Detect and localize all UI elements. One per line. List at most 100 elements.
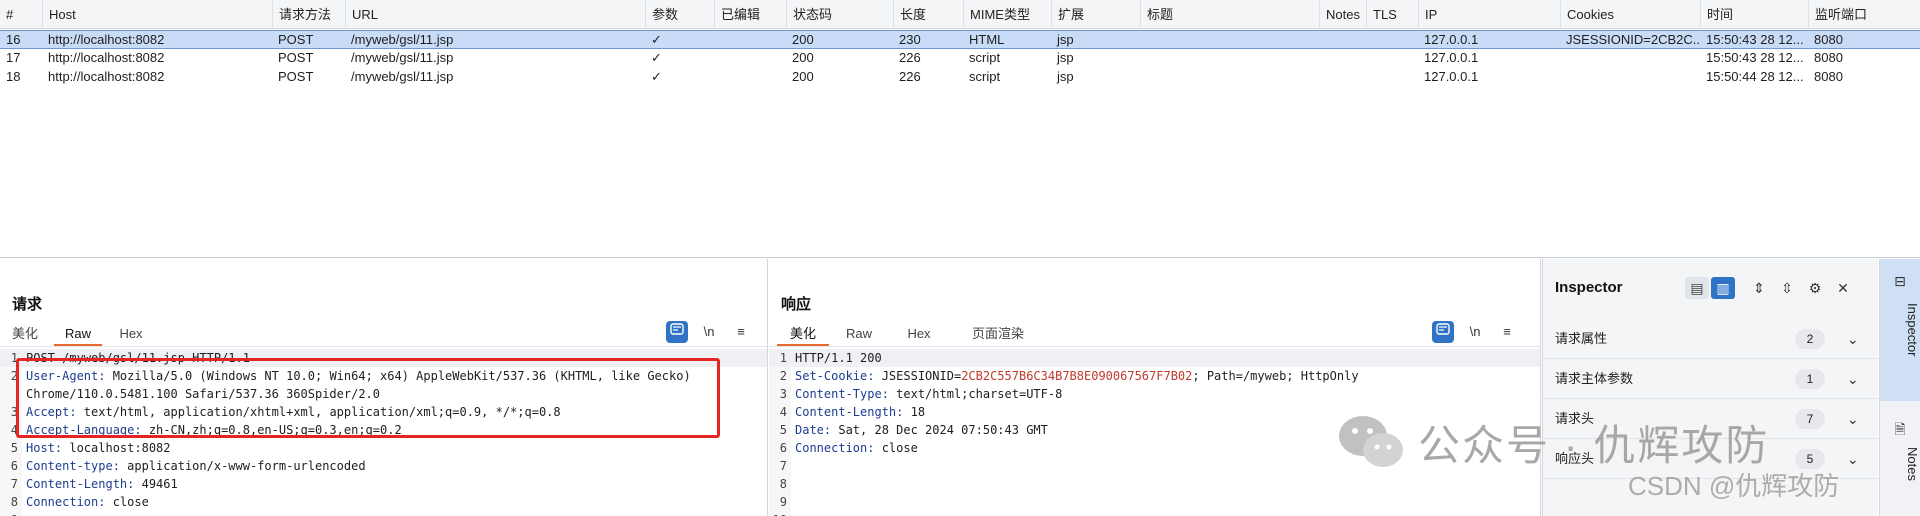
chevron-down-icon[interactable]: ⌄ — [1847, 319, 1859, 359]
response-tab-raw[interactable]: Raw — [839, 322, 879, 346]
table-row[interactable]: 17 http://localhost:8082 POST/myweb/gsl/11… — [0, 49, 1920, 68]
column-header[interactable]: 已编辑 — [714, 0, 786, 29]
list-view-icon[interactable]: ▤ — [1685, 277, 1709, 299]
response-tab-pretty[interactable]: 美化 — [777, 322, 829, 346]
cell-ip: 127.0.0.1 — [1424, 32, 1479, 47]
code-line: 2 Set-Cookie: JSESSIONID=2CB2C557B6C34B7B… — [769, 367, 1540, 385]
table-header: # Host 请求方法 URL 参数 已编辑 状态码 长度 MIME类型 扩展 标题 Notes TLS… — [0, 0, 1920, 29]
highlight-annotation-box — [16, 358, 720, 438]
chevron-down-icon[interactable]: ⌄ — [1847, 359, 1859, 399]
menu-icon[interactable]: ≡ — [1496, 321, 1518, 343]
cell-edited — [714, 49, 786, 67]
header-value: text/html;charset=UTF-8 — [888, 387, 1063, 401]
line-text: HTTP/1.1 200 — [795, 349, 1536, 367]
cell-method: POST — [278, 32, 314, 47]
inspector-section-label: 请求主体参数 — [1555, 371, 1634, 386]
cell-ext: jsp — [1057, 69, 1074, 84]
column-header[interactable]: TLS — [1366, 0, 1418, 29]
column-header[interactable]: 监听端口 — [1808, 0, 1920, 29]
header-name: Content-Length: — [795, 405, 904, 419]
cell-host: http://localhost:8082 — [48, 69, 165, 84]
cell-length: 226 — [899, 69, 921, 84]
cell-params: ✓ — [651, 69, 662, 84]
cell-ext: jsp — [1057, 50, 1074, 65]
code-line: 9 — [0, 511, 767, 516]
cell-port: 8080 — [1814, 50, 1843, 65]
cell-params: ✓ — [651, 32, 662, 47]
wrap-icon[interactable] — [666, 321, 688, 343]
wrap-icon[interactable] — [1432, 321, 1454, 343]
column-header[interactable]: Host — [42, 0, 272, 29]
table-row[interactable]: 18 http://localhost:8082 POST/myweb/gsl/11… — [0, 68, 1920, 87]
menu-icon[interactable]: ≡ — [730, 321, 752, 343]
newline-toggle-button[interactable]: \n — [1464, 321, 1486, 343]
collapse-all-icon[interactable]: ⇳ — [1775, 277, 1799, 299]
close-icon[interactable]: ✕ — [1831, 277, 1855, 299]
inspector-section[interactable]: 请求属性 2 ⌄ — [1543, 319, 1879, 359]
cell-ip: 127.0.0.1 — [1424, 69, 1479, 84]
cell-title — [1140, 49, 1319, 67]
line-number: 4 — [779, 405, 787, 419]
cell-time: 15:50:43 28 12... — [1706, 50, 1804, 65]
chevron-down-icon[interactable]: ⌄ — [1847, 439, 1859, 479]
column-header[interactable]: IP — [1418, 0, 1560, 29]
column-header[interactable]: 参数 — [645, 0, 714, 29]
inspector-section-label: 请求属性 — [1555, 331, 1608, 346]
column-header[interactable]: 状态码 — [786, 0, 893, 29]
line-number: 1 — [779, 351, 787, 365]
request-tab-hex[interactable]: Hex — [112, 322, 150, 346]
cell-url: /myweb/gsl/11.jsp — [351, 32, 454, 47]
table-row[interactable]: 16 http://localhost:8082 POST/myweb/gsl/11… — [0, 30, 1920, 49]
column-header[interactable]: Cookies — [1560, 0, 1700, 29]
column-header[interactable]: 时间 — [1700, 0, 1808, 29]
cell-time: 15:50:44 28 12... — [1706, 69, 1804, 84]
response-tab-hex[interactable]: Hex — [899, 322, 939, 346]
cell-notes — [1319, 49, 1366, 67]
inspector-section-count: 7 — [1795, 409, 1825, 429]
response-tab-render[interactable]: 页面渲染 — [963, 322, 1033, 346]
newline-toggle-button[interactable]: \n — [698, 321, 720, 343]
code-line: 8 Connection: close — [0, 493, 767, 511]
split-view-icon[interactable]: ▥ — [1711, 277, 1735, 299]
notes-icon: 🗎 — [1894, 421, 1906, 437]
column-header[interactable]: 扩展 — [1051, 0, 1140, 29]
request-tab-divider — [0, 346, 767, 347]
header-name: Set-Cookie: — [795, 369, 875, 383]
inspector-title: Inspector — [1555, 279, 1623, 296]
request-tab-pretty[interactable]: 美化 — [8, 322, 42, 346]
wechat-logo-watermark — [1339, 416, 1403, 467]
column-header[interactable]: # — [0, 0, 42, 29]
gear-icon[interactable]: ⚙ — [1803, 277, 1827, 299]
inspector-section[interactable]: 请求主体参数 1 ⌄ — [1543, 359, 1879, 399]
cookie-attributes: ; Path=/myweb; HttpOnly — [1192, 369, 1359, 383]
column-header[interactable]: 请求方法 — [272, 0, 345, 29]
cell-tls — [1366, 49, 1418, 67]
cell-ext: jsp — [1057, 32, 1074, 47]
column-header[interactable]: 长度 — [893, 0, 963, 29]
rail-tab-inspector[interactable]: ⊟ Inspector — [1880, 259, 1920, 401]
cell-time: 15:50:43 28 12... — [1706, 32, 1804, 47]
column-header[interactable]: 标题 — [1140, 0, 1319, 29]
cookie-value: 2CB2C557B6C34B7B8E090067567F7B02 — [961, 369, 1193, 383]
expand-all-icon[interactable]: ⇕ — [1747, 277, 1771, 299]
chevron-down-icon[interactable]: ⌄ — [1847, 399, 1859, 439]
cell-cookies — [1560, 68, 1700, 86]
cell-edited — [714, 68, 786, 86]
cell-cookies — [1560, 49, 1700, 67]
response-pane: 响应 美化 Raw Hex 页面渲染 \n ≡ 1 HTTP/1.1 200 2 Se… — [769, 259, 1541, 516]
cell-title — [1140, 68, 1319, 86]
rail-notes-label: Notes — [1905, 447, 1920, 481]
request-tab-raw[interactable]: Raw — [54, 322, 102, 346]
request-pane: 请求 美化 Raw Hex \n ≡ 1 POST /myweb/gsl/11.j… — [0, 259, 768, 516]
cell-tls — [1366, 68, 1418, 86]
line-text: Content-Length: 49461 — [26, 475, 763, 493]
column-header[interactable]: Notes — [1319, 0, 1366, 29]
code-line: 9 — [769, 493, 1540, 511]
header-value: application/x-www-form-urlencoded — [119, 459, 366, 473]
cell-num: 17 — [6, 50, 21, 65]
line-text: Host: localhost:8082 — [26, 439, 763, 457]
column-header[interactable]: MIME类型 — [963, 0, 1051, 29]
column-header[interactable]: URL — [345, 0, 645, 29]
header-value: Sat, 28 Dec 2024 07:50:43 GMT — [831, 423, 1048, 437]
line-number: 10 — [769, 511, 787, 516]
